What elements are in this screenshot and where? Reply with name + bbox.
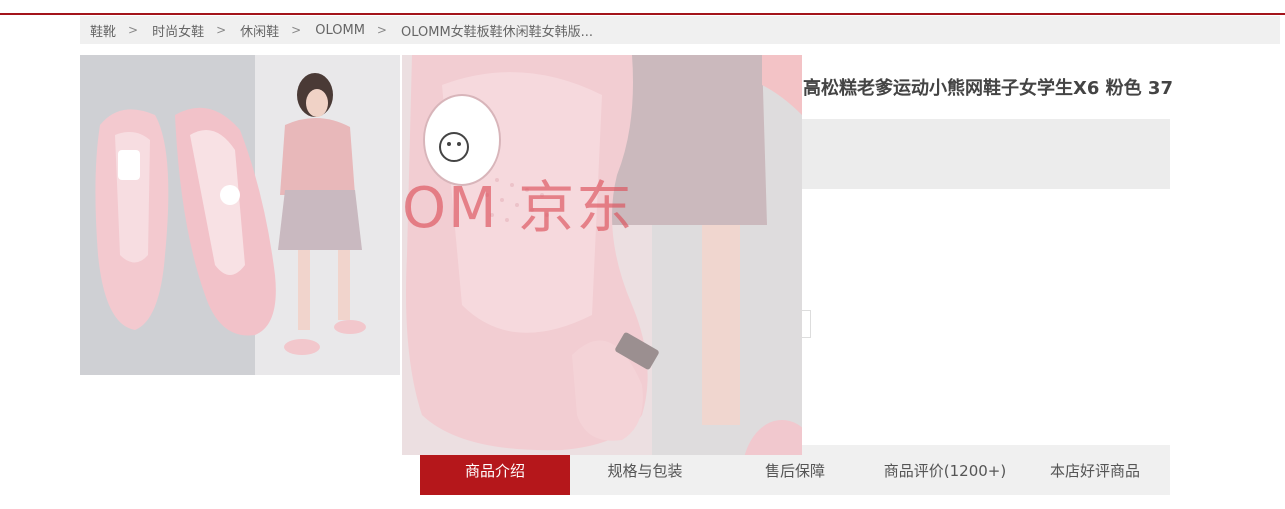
top-rule <box>0 13 1285 15</box>
breadcrumb-separator-icon: > <box>216 23 227 37</box>
zoom-preview: OM 京东 <box>402 55 802 455</box>
tab-label: 售后保障 <box>764 461 825 480</box>
breadcrumb-item-shoes[interactable]: 鞋靴 <box>80 21 116 40</box>
price-panel <box>802 119 1170 189</box>
breadcrumb: 鞋靴 > 时尚女鞋 > 休闲鞋 > OLOMM > OLOMM女鞋板鞋休闲鞋女韩… <box>80 16 1280 44</box>
breadcrumb-item-product[interactable]: OLOMM女鞋板鞋休闲鞋女韩版... <box>387 21 593 40</box>
product-main-image[interactable] <box>80 55 400 375</box>
product-photo-illustration <box>80 55 400 375</box>
breadcrumb-separator-icon: > <box>376 23 387 37</box>
breadcrumb-separator-icon: > <box>128 23 139 37</box>
breadcrumb-item-casual-shoes[interactable]: 休闲鞋 <box>226 21 279 40</box>
breadcrumb-item-brand[interactable]: OLOMM <box>301 23 365 38</box>
tab-shop-top-rated[interactable]: 本店好评商品 <box>1020 445 1170 495</box>
watermark: OM 京东 <box>402 176 635 241</box>
tab-reviews[interactable]: 商品评价(1200+) <box>870 445 1020 495</box>
breadcrumb-item-womens-shoes[interactable]: 时尚女鞋 <box>138 21 204 40</box>
breadcrumb-separator-icon: > <box>291 23 302 37</box>
tab-label: 商品评价(1200+) <box>883 461 1007 480</box>
tab-label: 规格与包装 <box>607 461 683 480</box>
tab-label: 商品介绍 <box>464 461 525 480</box>
tab-label: 本店好评商品 <box>1049 461 1140 480</box>
product-title: 高松糕老爹运动小熊网鞋子女学生X6 粉色 37 <box>803 78 1173 99</box>
zoom-photo-illustration <box>402 55 802 455</box>
